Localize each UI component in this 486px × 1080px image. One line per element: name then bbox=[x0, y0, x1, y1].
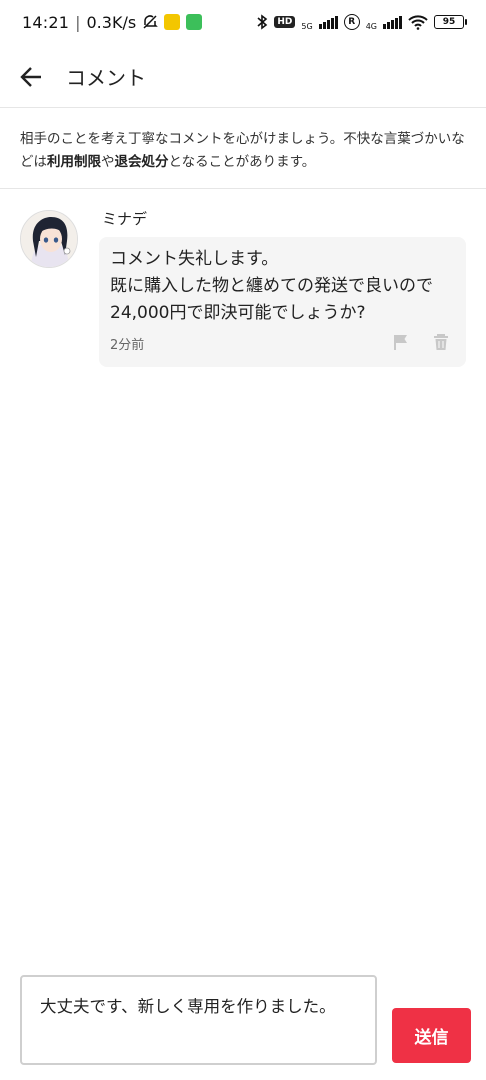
back-button[interactable] bbox=[16, 62, 46, 92]
network-4g-label: 4G bbox=[365, 22, 377, 31]
page-title: コメント bbox=[66, 66, 146, 90]
status-net-speed: 0.3K/s bbox=[86, 12, 137, 32]
status-separator: | bbox=[75, 12, 81, 32]
comment-timestamp: 2分前 bbox=[110, 338, 145, 353]
signal-bars-icon bbox=[318, 15, 338, 29]
app-header: コメント bbox=[0, 46, 486, 108]
avatar[interactable] bbox=[20, 210, 78, 268]
notice-text: や bbox=[101, 154, 115, 170]
comment-bubble: コメント失礼します。 既に購入した物と纏めての発送で良いので24,000円で即決… bbox=[99, 237, 466, 367]
trash-icon[interactable] bbox=[432, 333, 450, 351]
network-5g-label: 5G bbox=[301, 22, 313, 31]
signal-bars-icon bbox=[383, 15, 402, 29]
flag-icon[interactable] bbox=[392, 333, 410, 351]
bluetooth-icon bbox=[257, 14, 268, 30]
status-bar-right: HD 5G R 4G 95 bbox=[256, 13, 467, 31]
status-bar-left: 14:21 | 0.3K/s bbox=[22, 12, 203, 32]
comment-message: コメント失礼します。 既に購入した物と纏めての発送で良いので24,000円で即決… bbox=[110, 249, 433, 323]
comment-input[interactable]: 大丈夫です、新しく専用を作りました。 bbox=[20, 975, 377, 1065]
status-bar: 14:21 | 0.3K/s HD 5G R 4G 95 bbox=[0, 0, 486, 44]
hd-badge: HD bbox=[274, 16, 296, 28]
status-time: 14:21 bbox=[22, 12, 70, 32]
comment-username[interactable]: ミナデ bbox=[102, 208, 147, 229]
wifi-icon bbox=[408, 15, 428, 30]
avatar-image bbox=[21, 211, 77, 267]
send-button[interactable]: 送信 bbox=[392, 1008, 471, 1063]
mute-icon bbox=[143, 15, 158, 29]
comment-guideline-notice: 相手のことを考え丁寧なコメントを心がけましょう。不快な言葉づかいなどは利用制限や… bbox=[0, 109, 486, 189]
notice-emphasis-usage-restriction: 利用制限 bbox=[47, 154, 101, 170]
notice-text: となることがあります。 bbox=[168, 154, 316, 170]
arrow-left-icon bbox=[20, 66, 41, 87]
app-notification-icon bbox=[186, 14, 203, 30]
roaming-icon: R bbox=[343, 14, 360, 30]
notice-emphasis-account-removal: 退会処分 bbox=[114, 154, 169, 170]
battery-icon: 95 bbox=[434, 15, 467, 29]
app-notification-icon bbox=[164, 14, 181, 30]
